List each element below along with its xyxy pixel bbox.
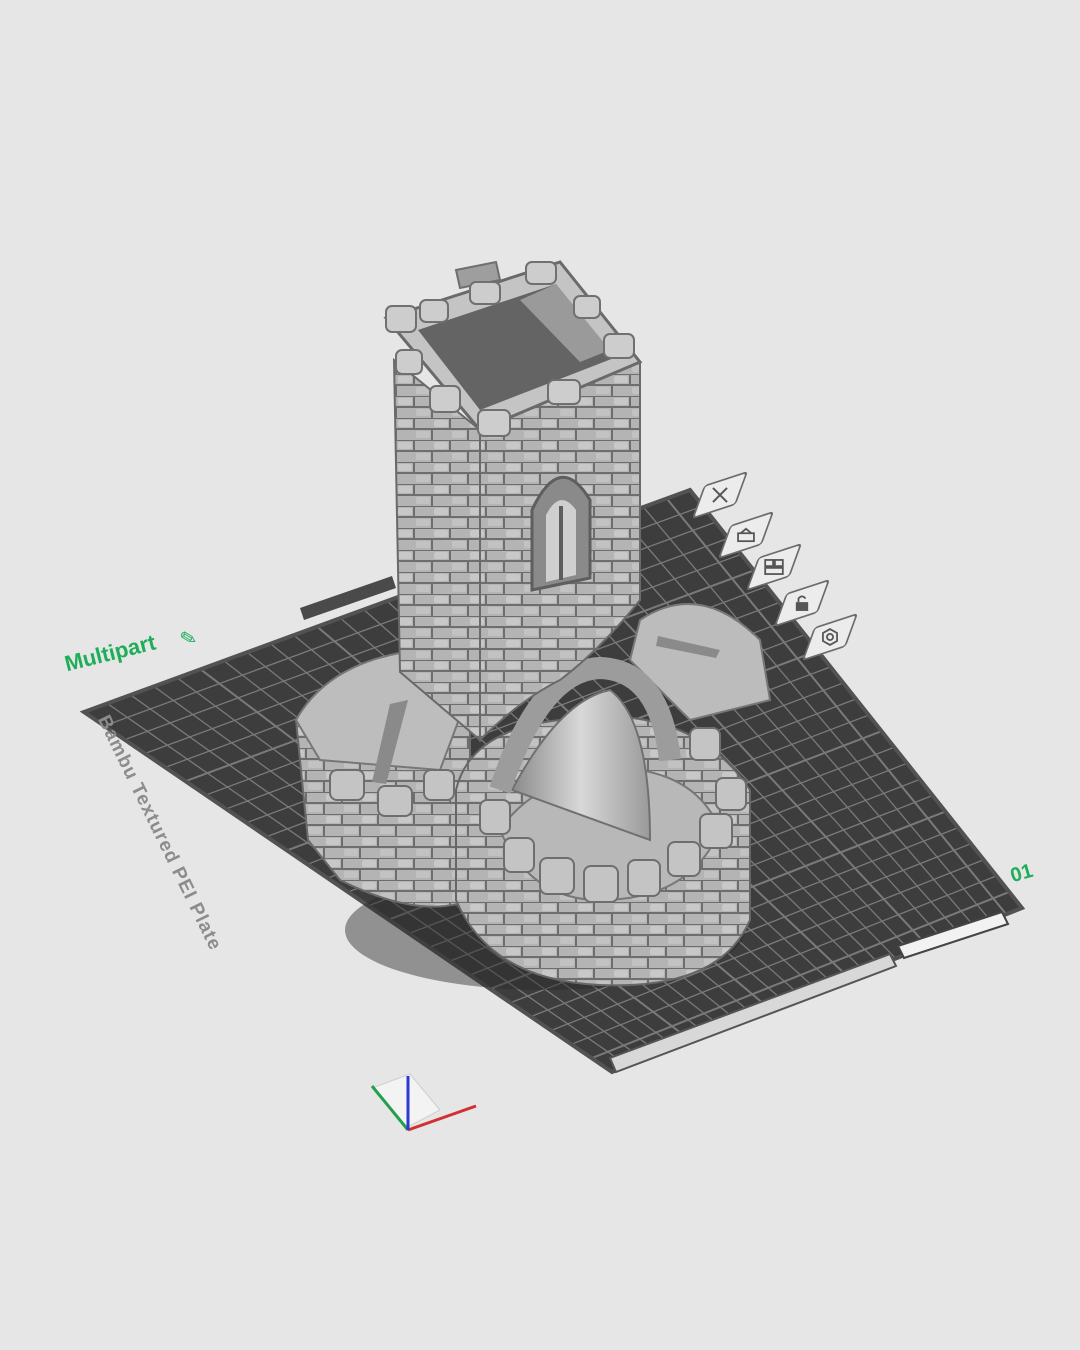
lock-icon [795,595,809,611]
arrange-icon [764,559,784,575]
tower-window [530,475,592,592]
scene-canvas[interactable] [0,0,1080,1350]
plate-settings-icon [822,628,838,646]
close-icon [712,487,728,503]
3d-viewport[interactable]: Multipart ✎ 01 Bambu Textured PEI Plate [0,0,1080,1350]
axes-gizmo [370,1073,477,1132]
auto-orient-icon [737,527,755,543]
